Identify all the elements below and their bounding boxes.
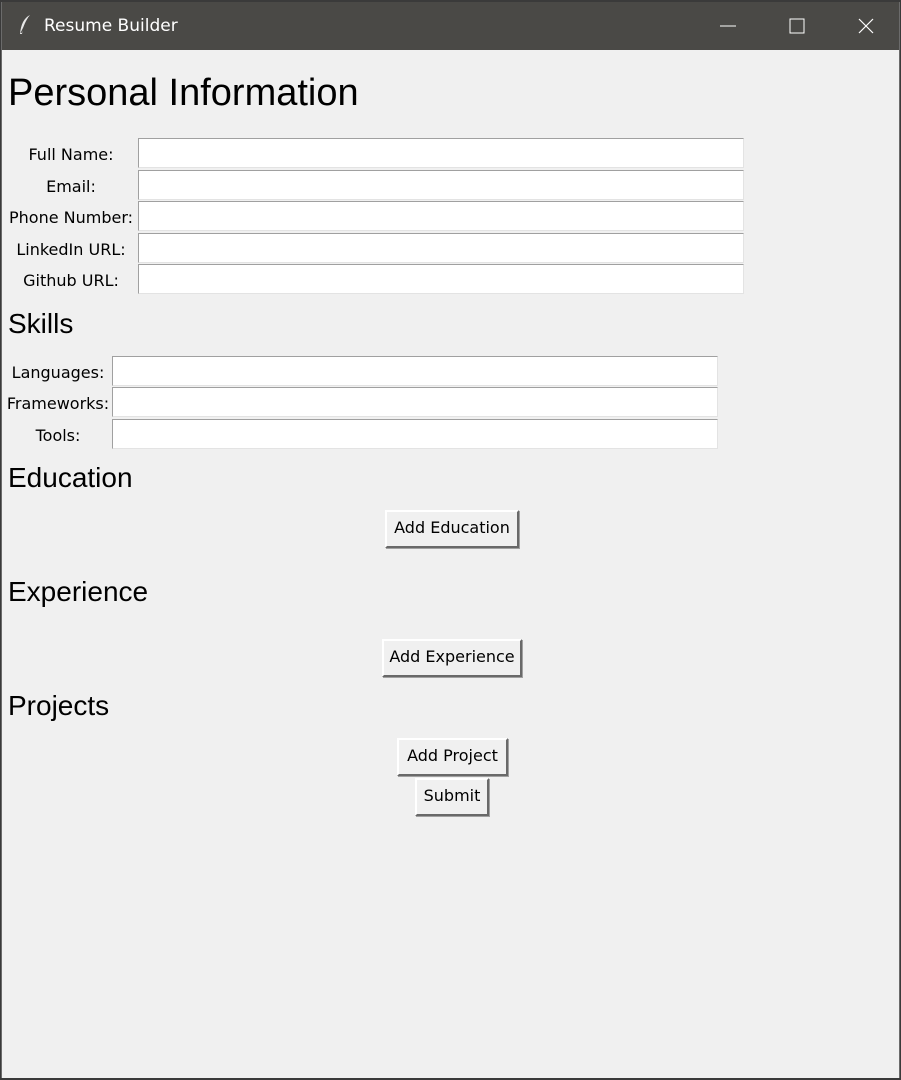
title-bar[interactable]: Resume Builder — [2, 2, 899, 50]
add-project-button[interactable]: Add Project — [397, 738, 508, 776]
phone-number-label: Phone Number: — [8, 208, 134, 227]
github-url-field[interactable] — [138, 264, 744, 294]
full-name-label: Full Name: — [28, 145, 114, 164]
close-button[interactable] — [832, 2, 900, 50]
education-heading: Education — [8, 462, 133, 493]
languages-label: Languages: — [11, 363, 105, 382]
full-name-field[interactable] — [138, 138, 744, 168]
frameworks-field[interactable] — [112, 387, 718, 417]
tools-field[interactable] — [112, 419, 718, 449]
email-label: Email: — [46, 177, 96, 196]
minimize-icon — [720, 25, 736, 27]
maximize-icon — [789, 18, 805, 34]
linkedin-url-field[interactable] — [138, 233, 744, 263]
experience-heading: Experience — [8, 576, 149, 607]
phone-number-field[interactable] — [138, 201, 744, 231]
minimize-button[interactable] — [694, 2, 762, 50]
submit-button[interactable]: Submit — [415, 778, 489, 816]
close-icon — [858, 18, 874, 34]
app-window: Resume Builder Personal Information Full… — [1, 2, 900, 1078]
window-title: Resume Builder — [44, 16, 178, 36]
skills-heading: Skills — [8, 308, 74, 339]
personal-info-heading: Personal Information — [8, 72, 359, 114]
projects-heading: Projects — [8, 690, 110, 721]
add-education-button[interactable]: Add Education — [385, 510, 519, 548]
tools-label: Tools: — [35, 426, 81, 445]
maximize-button[interactable] — [763, 2, 831, 50]
email-field[interactable] — [138, 170, 744, 200]
frameworks-label: Frameworks: — [6, 394, 110, 413]
feather-icon — [18, 14, 32, 36]
main-content: Personal Information Full Name: Email: P… — [2, 50, 899, 1078]
languages-field[interactable] — [112, 356, 718, 386]
add-experience-button[interactable]: Add Experience — [382, 639, 522, 677]
linkedin-url-label: LinkedIn URL: — [16, 240, 126, 259]
github-url-label: Github URL: — [23, 271, 119, 290]
